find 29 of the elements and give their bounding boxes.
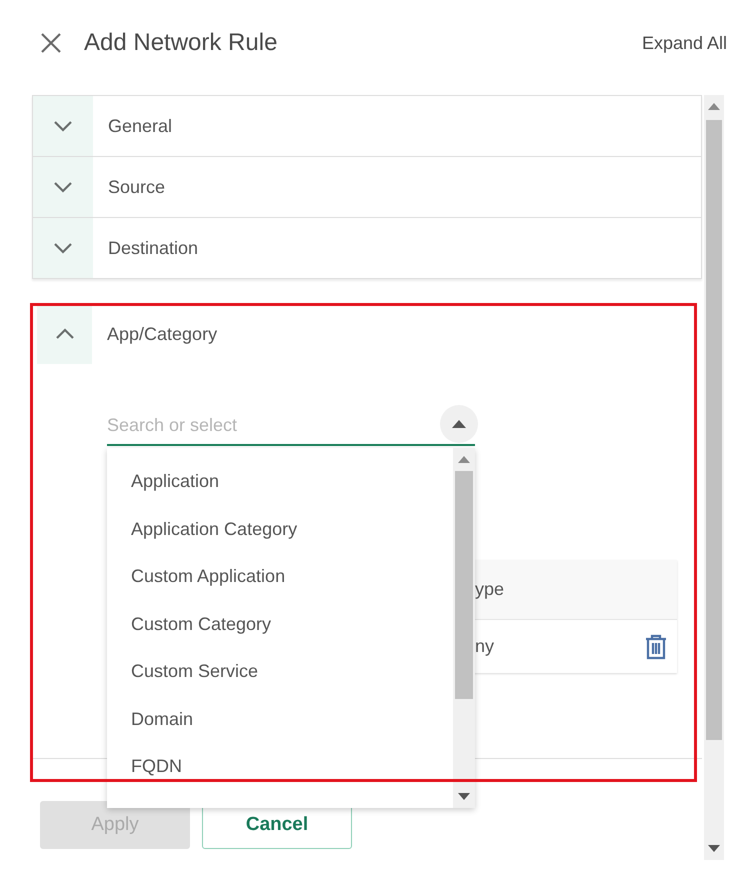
dropdown-option[interactable]: Custom Service (107, 648, 453, 696)
scroll-up-icon[interactable] (708, 103, 720, 110)
dropdown-option[interactable]: Domain (107, 696, 453, 743)
expand-all-link[interactable]: Expand All (642, 32, 727, 54)
scroll-down-icon[interactable] (708, 845, 720, 852)
chevron-down-icon[interactable] (53, 242, 73, 254)
dropdown-option[interactable]: Custom Application (107, 553, 453, 600)
scroll-down-icon[interactable] (458, 793, 470, 800)
dropdown-toggle[interactable] (440, 405, 478, 443)
chevron-down-icon[interactable] (53, 120, 73, 132)
section-header[interactable]: App/Category (92, 304, 218, 364)
chevron-up-icon[interactable] (54, 328, 74, 340)
scroll-up-icon[interactable] (458, 456, 470, 463)
trash-icon[interactable] (645, 634, 667, 660)
scrollbar-thumb[interactable] (706, 120, 722, 740)
dropdown-option[interactable]: Custom Category (107, 600, 453, 648)
chevron-down-icon[interactable] (53, 181, 73, 193)
dropdown-option[interactable]: Application Category (107, 506, 453, 553)
section-header[interactable]: Source (93, 157, 701, 217)
column-header: ype (475, 579, 504, 599)
close-icon[interactable] (40, 32, 62, 54)
scrollbar-thumb[interactable] (455, 471, 473, 699)
section-header[interactable]: General (93, 96, 701, 156)
section-header[interactable]: Destination (93, 218, 701, 278)
dialog-title: Add Network Rule (84, 29, 278, 57)
caret-up-icon (452, 420, 466, 428)
table-cell: ny (475, 636, 494, 657)
dropdown-option[interactable]: Application (107, 458, 453, 506)
dropdown-option[interactable]: FQDN (107, 743, 453, 790)
